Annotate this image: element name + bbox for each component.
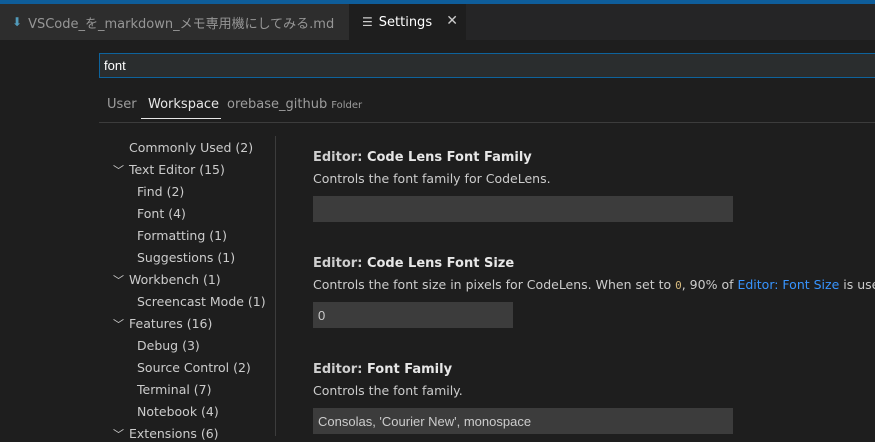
- toc-item-label: Features (16): [129, 316, 213, 331]
- setting-description: Controls the font family for CodeLens.: [313, 171, 551, 186]
- editor-tab-bar: ⬇ VSCode_を_markdown_メモ専用機にしてみる.md ☰ Sett…: [0, 4, 875, 40]
- folder-name: orebase_github: [227, 97, 328, 112]
- toc-item-notebook[interactable]: Notebook (4): [137, 404, 219, 419]
- settings-icon: ☰: [362, 15, 373, 29]
- toc-item-label: Suggestions (1): [137, 250, 236, 265]
- folder-tag: Folder: [331, 100, 363, 111]
- toc-item-commonly-used[interactable]: Commonly Used (2): [129, 140, 253, 155]
- scope-tab-folder[interactable]: orebase_github Folder: [227, 97, 362, 112]
- setting-category: Editor:: [313, 362, 367, 377]
- toc-item-label: Screencast Mode (1): [137, 294, 266, 309]
- setting-name: Code Lens Font Size: [366, 256, 515, 271]
- toc-item-debug[interactable]: Debug (3): [137, 338, 200, 353]
- editor-font-size-link[interactable]: Editor: Font Size: [737, 277, 839, 292]
- toc-item-label: Commonly Used (2): [129, 140, 254, 155]
- close-icon[interactable]: ✕: [446, 13, 458, 29]
- settings-toc: Commonly Used (2) ﹀ Text Editor (15) Fin…: [100, 136, 276, 441]
- setting-title: Editor: Code Lens Font Size: [313, 256, 875, 271]
- scope-tab-user[interactable]: User: [107, 97, 137, 112]
- chevron-down-icon: ﹀: [113, 428, 124, 441]
- toc-item-label: Extensions (6): [129, 426, 219, 441]
- setting-code-lens-font-size: Editor: Code Lens Font Size Controls the…: [313, 256, 875, 328]
- setting-code-lens-font-family: Editor: Code Lens Font Family Controls t…: [313, 150, 733, 222]
- desc-text: , 90% of: [681, 277, 738, 292]
- chevron-down-icon: ﹀: [113, 164, 124, 177]
- toc-item-source-control[interactable]: Source Control (2): [137, 360, 251, 375]
- setting-category: Editor:: [313, 256, 367, 271]
- settings-search-input[interactable]: [99, 53, 875, 78]
- chevron-down-icon: ﹀: [113, 274, 124, 287]
- chevron-down-icon: ﹀: [113, 318, 124, 331]
- active-scope-indicator: [141, 118, 221, 119]
- setting-category: Editor:: [313, 150, 367, 165]
- toc-item-label: Debug (3): [137, 338, 200, 353]
- toc-item-workbench[interactable]: ﹀ Workbench (1): [113, 272, 221, 287]
- toc-item-label: Notebook (4): [137, 404, 219, 419]
- toc-item-label: Find (2): [137, 184, 185, 199]
- setting-title: Editor: Code Lens Font Family: [313, 150, 733, 165]
- setting-description: Controls the font family.: [313, 383, 463, 398]
- desc-text: Controls the font size in pixels for Cod…: [313, 277, 676, 292]
- toc-item-font[interactable]: Font (4): [137, 206, 186, 221]
- toc-item-label: Source Control (2): [137, 360, 251, 375]
- toc-item-label: Formatting (1): [137, 228, 227, 243]
- toc-item-screencast-mode[interactable]: Screencast Mode (1): [137, 294, 266, 309]
- desc-code: 0: [675, 279, 682, 292]
- toc-item-features[interactable]: ﹀ Features (16): [113, 316, 213, 331]
- markdown-icon: ⬇: [12, 15, 23, 29]
- toc-item-formatting[interactable]: Formatting (1): [137, 228, 227, 243]
- code-lens-font-family-input[interactable]: [313, 196, 733, 222]
- tab-label: Settings: [378, 14, 433, 30]
- toc-item-label: Font (4): [137, 206, 186, 221]
- code-lens-font-size-input[interactable]: [313, 302, 513, 328]
- setting-font-family: Editor: Font Family Controls the font fa…: [313, 362, 733, 434]
- tab-settings[interactable]: ☰ Settings ✕: [349, 4, 466, 40]
- toc-item-terminal[interactable]: Terminal (7): [137, 382, 212, 397]
- toc-item-extensions[interactable]: ﹀ Extensions (6): [113, 426, 219, 441]
- tab-markdown-file[interactable]: ⬇ VSCode_を_markdown_メモ専用機にしてみる.md: [0, 4, 349, 40]
- setting-name: Font Family: [366, 362, 453, 377]
- scope-tab-workspace[interactable]: Workspace: [148, 97, 219, 112]
- desc-text: is used.: [843, 277, 875, 292]
- toc-item-label: Text Editor (15): [129, 162, 225, 177]
- toc-item-find[interactable]: Find (2): [137, 184, 184, 199]
- toc-item-text-editor[interactable]: ﹀ Text Editor (15): [113, 162, 225, 177]
- toc-item-suggestions[interactable]: Suggestions (1): [137, 250, 235, 265]
- setting-title: Editor: Font Family: [313, 362, 733, 377]
- toc-item-label: Terminal (7): [137, 382, 212, 397]
- tab-label: VSCode_を_markdown_メモ専用機にしてみる.md: [28, 16, 335, 32]
- setting-description: Controls the font size in pixels for Cod…: [313, 277, 875, 292]
- font-family-input[interactable]: [313, 408, 733, 434]
- setting-name: Code Lens Font Family: [366, 150, 532, 165]
- toc-item-label: Workbench (1): [129, 272, 221, 287]
